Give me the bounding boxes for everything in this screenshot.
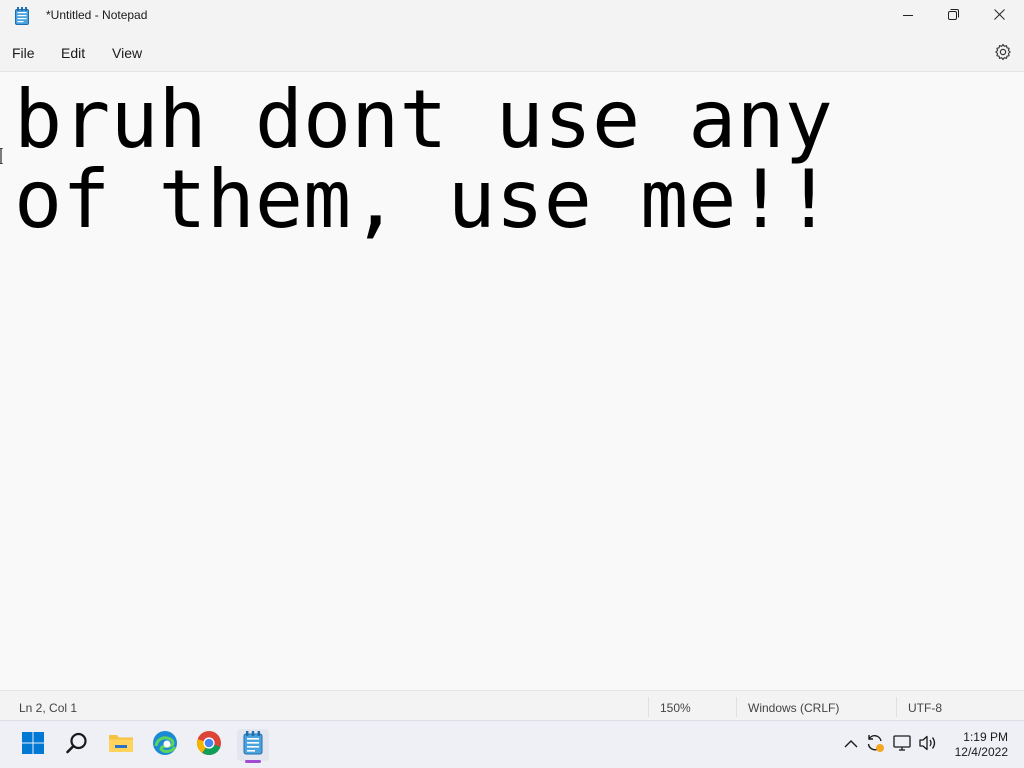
start-button[interactable] xyxy=(17,729,49,761)
status-divider xyxy=(896,697,897,717)
volume-button[interactable] xyxy=(918,735,938,755)
windows-start-icon xyxy=(21,731,45,760)
notepad-taskbar-button[interactable] xyxy=(237,729,269,761)
minimize-button[interactable] xyxy=(885,0,931,32)
editor-content[interactable]: bruh dont use any of them, use me!! xyxy=(14,80,1004,240)
notepad-icon xyxy=(15,7,29,25)
encoding: UTF-8 xyxy=(908,701,942,715)
sync-icon xyxy=(865,733,885,758)
edge-icon xyxy=(152,730,178,761)
menu-view[interactable]: View xyxy=(112,45,142,61)
search-icon xyxy=(65,731,89,760)
text-editor[interactable]: bruh dont use any of them, use me!! xyxy=(0,72,1024,690)
clock-date: 12/4/2022 xyxy=(954,745,1008,759)
notepad-icon xyxy=(243,730,263,760)
close-icon xyxy=(993,7,1005,25)
file-explorer-button[interactable] xyxy=(105,729,137,761)
close-button[interactable] xyxy=(976,0,1022,32)
file-explorer-icon xyxy=(108,731,134,760)
menu-edit[interactable]: Edit xyxy=(61,45,85,61)
chevron-up-icon xyxy=(844,736,858,754)
menu-file[interactable]: File xyxy=(12,45,35,61)
network-button[interactable] xyxy=(893,734,913,757)
show-hidden-icons-button[interactable] xyxy=(841,735,861,755)
status-bar: Ln 2, Col 1 150% Windows (CRLF) UTF-8 xyxy=(0,690,1024,721)
system-clock[interactable]: 1:19 PM 12/4/2022 xyxy=(946,730,1008,760)
menu-bar: File Edit View xyxy=(0,32,1024,72)
search-button[interactable] xyxy=(61,729,93,761)
status-divider xyxy=(648,697,649,717)
restore-button[interactable] xyxy=(930,0,976,32)
clock-time: 1:19 PM xyxy=(963,730,1008,744)
edge-button[interactable] xyxy=(149,729,181,761)
taskbar: 1:19 PM 12/4/2022 xyxy=(0,720,1024,768)
cursor-position: Ln 2, Col 1 xyxy=(19,701,78,715)
gear-icon[interactable] xyxy=(994,43,1012,61)
volume-icon xyxy=(918,734,938,757)
status-divider xyxy=(736,697,737,717)
line-ending: Windows (CRLF) xyxy=(748,701,840,715)
window-title: *Untitled - Notepad xyxy=(46,8,148,22)
sync-status-button[interactable] xyxy=(865,733,885,758)
zoom-level: 150% xyxy=(660,701,691,715)
restore-icon xyxy=(947,7,959,25)
active-app-indicator xyxy=(245,760,261,763)
title-bar[interactable]: *Untitled - Notepad xyxy=(0,0,1024,32)
minimize-icon xyxy=(903,7,913,25)
notepad-window: *Untitled - Notepad File Edit View bruh … xyxy=(0,0,1024,721)
chrome-icon xyxy=(196,730,222,761)
mouse-cursor xyxy=(0,147,4,165)
network-icon xyxy=(893,734,913,757)
chrome-button[interactable] xyxy=(193,729,225,761)
